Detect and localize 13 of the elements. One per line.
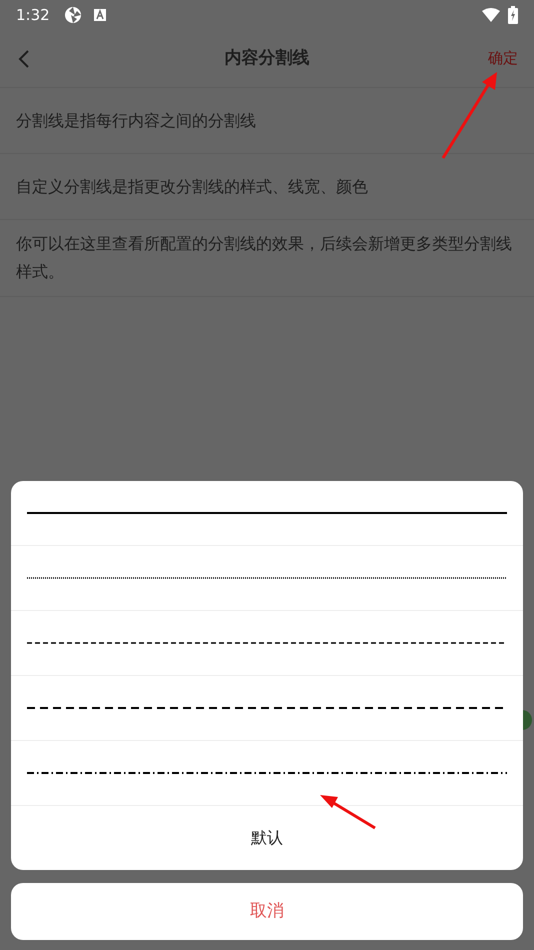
battery-icon [508, 6, 518, 24]
info-text: 分割线是指每行内容之间的分割线 [16, 110, 256, 132]
page-title: 内容分割线 [224, 46, 310, 70]
back-icon[interactable] [18, 48, 30, 68]
default-option[interactable]: 默认 [11, 806, 523, 870]
app-icon [64, 6, 82, 24]
info-text: 自定义分割线是指更改分割线的样式、线宽、颜色 [16, 176, 368, 198]
confirm-button[interactable]: 确定 [488, 47, 518, 70]
info-text: 你可以在这里查看所配置的分割线的效果，后续会新增更多类型分割线样式。 [16, 233, 513, 283]
wifi-icon [482, 8, 500, 22]
keyboard-icon [94, 9, 106, 21]
status-time: 1:32 [16, 4, 50, 26]
cancel-button[interactable]: 取消 [11, 883, 523, 940]
